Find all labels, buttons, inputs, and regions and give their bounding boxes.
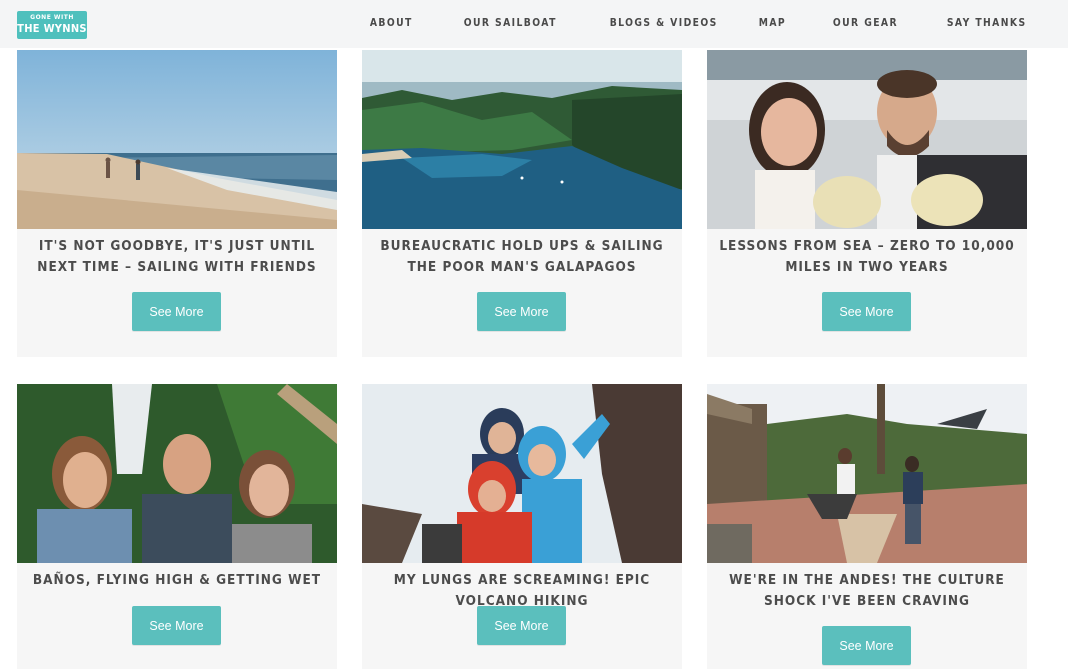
post-image-beach[interactable]	[17, 50, 337, 229]
post-card: We're In The Andes! The Culture Shock I'…	[707, 384, 1027, 669]
post-card: Baños, Flying High & Getting Wet See Mor…	[17, 384, 337, 669]
nav-our-sailboat[interactable]: OUR SAILBOAT	[464, 17, 557, 29]
main-nav: ABOUT OUR SAILBOAT BLOGS & VIDEOS MAP OU…	[364, 17, 1027, 29]
post-title[interactable]: Bureaucratic Hold Ups & Sailing The Poor…	[372, 236, 672, 278]
post-image-andes[interactable]	[707, 384, 1027, 563]
nav-blogs-videos[interactable]: BLOGS & VIDEOS	[609, 17, 717, 29]
site-header: GONE WITH THE WYNNS ABOUT OUR SAILBOAT B…	[0, 0, 1068, 48]
nav-map[interactable]: MAP	[759, 17, 786, 29]
post-card: My Lungs Are Screaming! Epic Volcano Hik…	[362, 384, 682, 669]
see-more-button[interactable]: See More	[477, 292, 566, 331]
see-more-button[interactable]: See More	[822, 626, 911, 665]
post-card: Lessons From Sea – Zero To 10,000 Miles …	[707, 50, 1027, 357]
post-card: Bureaucratic Hold Ups & Sailing The Poor…	[362, 50, 682, 357]
post-title[interactable]: It's Not Goodbye, It's Just Until Next T…	[27, 236, 327, 278]
post-image-waterfall[interactable]	[17, 384, 337, 563]
post-image-volcano-hike[interactable]	[362, 384, 682, 563]
see-more-button[interactable]: See More	[477, 606, 566, 645]
logo-tagline: GONE WITH	[30, 14, 74, 21]
nav-our-gear[interactable]: OUR GEAR	[833, 17, 898, 29]
nav-say-thanks[interactable]: SAY THANKS	[947, 17, 1027, 29]
post-title[interactable]: Baños, Flying High & Getting Wet	[27, 570, 327, 591]
post-title[interactable]: We're In The Andes! The Culture Shock I'…	[717, 570, 1017, 612]
see-more-button[interactable]: See More	[822, 292, 911, 331]
post-title[interactable]: Lessons From Sea – Zero To 10,000 Miles …	[717, 236, 1017, 278]
post-image-drinks[interactable]	[707, 50, 1027, 229]
see-more-button[interactable]: See More	[132, 292, 221, 331]
post-card: It's Not Goodbye, It's Just Until Next T…	[17, 50, 337, 357]
site-logo[interactable]: GONE WITH THE WYNNS	[17, 11, 87, 39]
nav-about[interactable]: ABOUT	[370, 17, 413, 29]
post-image-cove[interactable]	[362, 50, 682, 229]
see-more-button[interactable]: See More	[132, 606, 221, 645]
logo-name: THE WYNNS	[17, 22, 87, 35]
